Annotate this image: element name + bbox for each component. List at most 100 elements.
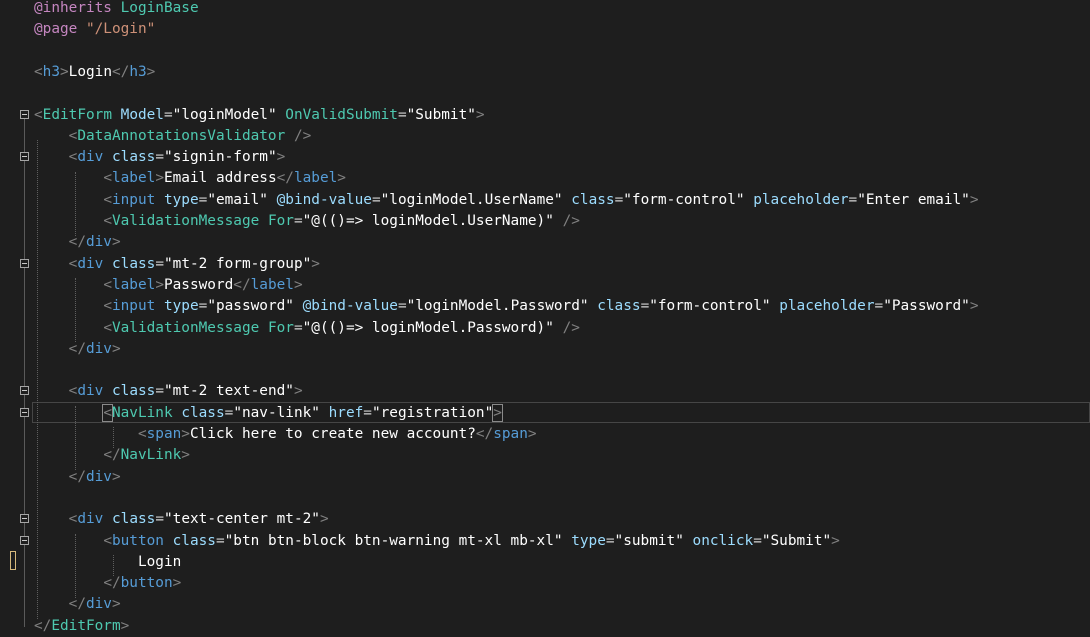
code-line[interactable] (0, 360, 1090, 381)
code-line[interactable]: @inherits LoginBase (0, 0, 1090, 19)
code-line[interactable]: </div> (0, 339, 1090, 360)
code-line[interactable]: <div class="mt-2 form-group"> (0, 254, 1090, 275)
code-line[interactable]: <span>Click here to create new account?<… (0, 424, 1090, 445)
code-line[interactable]: </button> (0, 573, 1090, 594)
code-line[interactable]: </EditForm> (0, 616, 1090, 637)
code-line[interactable] (0, 488, 1090, 509)
code-line[interactable]: <div class="text-center mt-2"> (0, 509, 1090, 530)
code-line[interactable]: <label>Email address</label> (0, 168, 1090, 189)
code-line[interactable]: </div> (0, 232, 1090, 253)
code-line[interactable]: <div class="mt-2 text-end"> (0, 381, 1090, 402)
code-token: = (198, 191, 208, 208)
code-line[interactable]: @page "/Login" (0, 19, 1090, 40)
code-line[interactable]: <input type="password" @bind-value="logi… (0, 296, 1090, 317)
code-token: > (311, 255, 320, 272)
code-token: </ (68, 340, 86, 357)
code-token: div (85, 468, 112, 485)
fold-toggle-icon[interactable] (20, 514, 29, 524)
code-line[interactable]: <DataAnnotationsValidator /> (0, 126, 1090, 147)
code-editor[interactable]: @inherits LoginBase @page "/Login" <h3>Log… (0, 0, 1090, 636)
code-text: </div> (34, 339, 121, 360)
code-token: > (111, 234, 121, 251)
code-token: "/Login" (85, 21, 156, 38)
code-token: @page (34, 21, 86, 38)
code-token: "Submit" (761, 532, 832, 549)
code-line[interactable] (0, 41, 1090, 62)
code-text: <button class="btn btn-block btn-warning… (34, 531, 840, 552)
code-token: "email" (207, 191, 268, 208)
code-token: > (293, 276, 303, 293)
code-token: > (337, 170, 346, 187)
code-token: < (103, 191, 112, 208)
fold-toggle-icon[interactable] (20, 152, 29, 162)
code-text: <DataAnnotationsValidator /> (34, 126, 312, 147)
code-token: class (571, 191, 615, 208)
code-token: > (181, 426, 190, 442)
code-token: = (215, 532, 225, 549)
code-token: @bind-value (276, 191, 372, 208)
code-token: button (111, 532, 164, 549)
code-token: h3 (42, 63, 60, 80)
code-text: </button> (34, 573, 181, 594)
code-line[interactable]: <label>Password</label> (0, 275, 1090, 296)
fold-toggle-icon[interactable] (20, 258, 29, 268)
code-line[interactable]: <input type="email" @bind-value="loginMo… (0, 190, 1090, 211)
code-token: "text-center mt-2" (164, 511, 320, 528)
code-token: </ (68, 234, 86, 251)
code-token: ValidationMessage (111, 319, 260, 336)
fold-toggle-icon[interactable] (20, 407, 29, 417)
code-line[interactable]: <NavLink class="nav-link" href="registra… (0, 403, 1090, 424)
code-text: <ValidationMessage For="@(()=> loginMode… (34, 318, 580, 339)
fold-toggle-icon[interactable] (20, 109, 29, 119)
code-text: <label>Password</label> (34, 275, 303, 296)
code-line[interactable]: <div class="signin-form"> (0, 147, 1090, 168)
code-token: "btn btn-block btn-warning mt-xl mb-xl" (224, 532, 563, 549)
code-text: </EditForm> (34, 616, 129, 637)
code-token: class (112, 383, 156, 400)
fold-toggle-icon[interactable] (20, 535, 29, 545)
code-token: type (163, 191, 199, 208)
code-token: = (371, 191, 381, 208)
code-token: ValidationMessage (111, 213, 260, 229)
code-token: = (293, 213, 303, 229)
code-line[interactable] (0, 83, 1090, 104)
code-token: type (571, 532, 606, 549)
code-token: "loginModel.Password" (406, 298, 589, 315)
code-line[interactable]: <button class="btn btn-block btn-warning… (0, 531, 1090, 552)
code-line[interactable]: </div> (0, 467, 1090, 488)
fold-toggle-icon[interactable] (20, 386, 29, 396)
code-token: </ (112, 63, 130, 80)
code-token: > (319, 511, 329, 528)
code-token: placeholder (753, 191, 849, 208)
code-line[interactable]: </NavLink> (0, 445, 1090, 466)
code-line[interactable]: Login (0, 552, 1090, 573)
code-token: class (181, 404, 225, 421)
code-line[interactable]: <ValidationMessage For="@(()=> loginMode… (0, 211, 1090, 232)
code-token: < (137, 426, 147, 442)
code-line[interactable]: <ValidationMessage For="@(()=> loginMode… (0, 318, 1090, 339)
code-line[interactable]: <h3>Login</h3> (0, 62, 1090, 83)
code-token: placeholder (779, 298, 875, 315)
code-line[interactable]: </div> (0, 594, 1090, 615)
code-token: < (102, 403, 113, 422)
code-token: span (493, 426, 528, 442)
code-line[interactable]: <EditForm Model="loginModel" OnValidSubm… (0, 105, 1090, 126)
code-token: < (103, 532, 112, 549)
code-token: href (328, 404, 364, 421)
